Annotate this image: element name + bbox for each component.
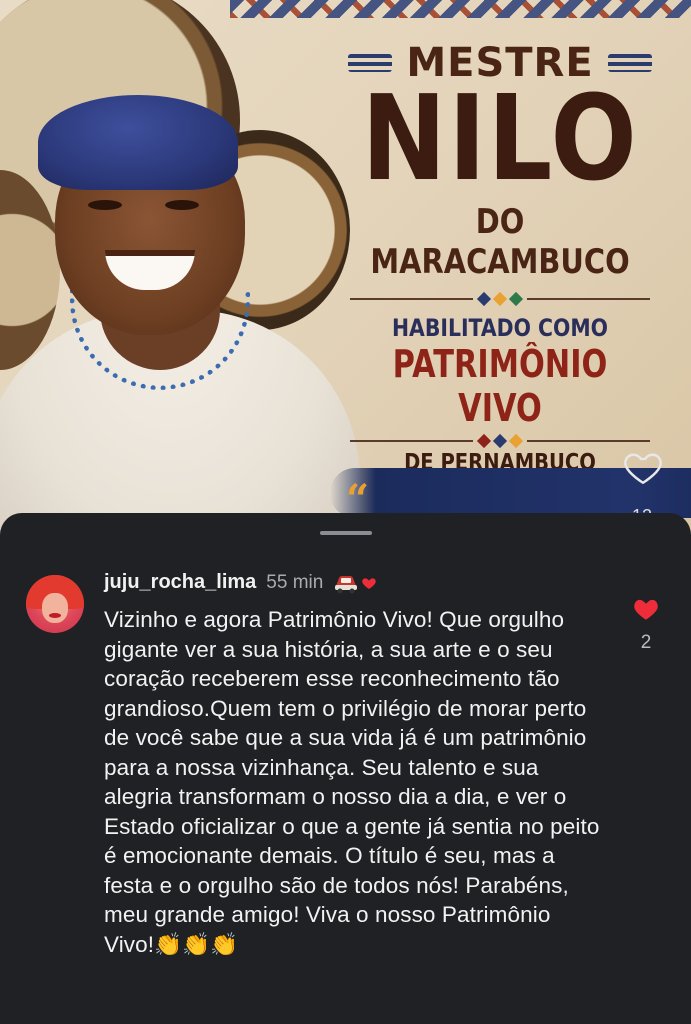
like-button[interactable]: 2 — [628, 595, 664, 655]
username[interactable]: juju_rocha_lima — [104, 571, 256, 594]
comment-meta: juju_rocha_lima 55 min — [104, 571, 377, 594]
subtitle-habilitado: HABILITADO COMO — [391, 314, 609, 342]
car-sticker-icon — [335, 575, 358, 593]
post-headline: MESTRE NILO DO MARACAMBUCO HABILITADO CO… — [320, 40, 680, 476]
divider — [350, 291, 650, 307]
drag-handle[interactable] — [320, 531, 372, 535]
subtitle-patrimonio: PATRIMÔNIO VIVO — [392, 342, 608, 430]
red-heart-icon — [362, 577, 377, 589]
headline-group: DO MARACAMBUCO — [370, 202, 630, 282]
heart-filled-icon[interactable] — [632, 595, 660, 621]
post-image: MESTRE NILO DO MARACAMBUCO HABILITADO CO… — [0, 0, 691, 540]
badge — [333, 572, 377, 594]
like-count: 2 — [640, 632, 652, 653]
comments-sheet: juju_rocha_lima 55 min Vizinho e agora P… — [0, 513, 691, 1024]
decorative-pattern — [230, 0, 691, 18]
heart-outline-icon[interactable] — [622, 446, 664, 488]
portrait-photo — [0, 40, 360, 540]
comment-text: Vizinho e agora Patrimônio Vivo! Que org… — [104, 607, 606, 957]
headline-name: NILO — [361, 69, 639, 207]
divider — [350, 433, 650, 449]
comment-time: 55 min — [266, 571, 324, 593]
avatar[interactable] — [26, 575, 84, 633]
